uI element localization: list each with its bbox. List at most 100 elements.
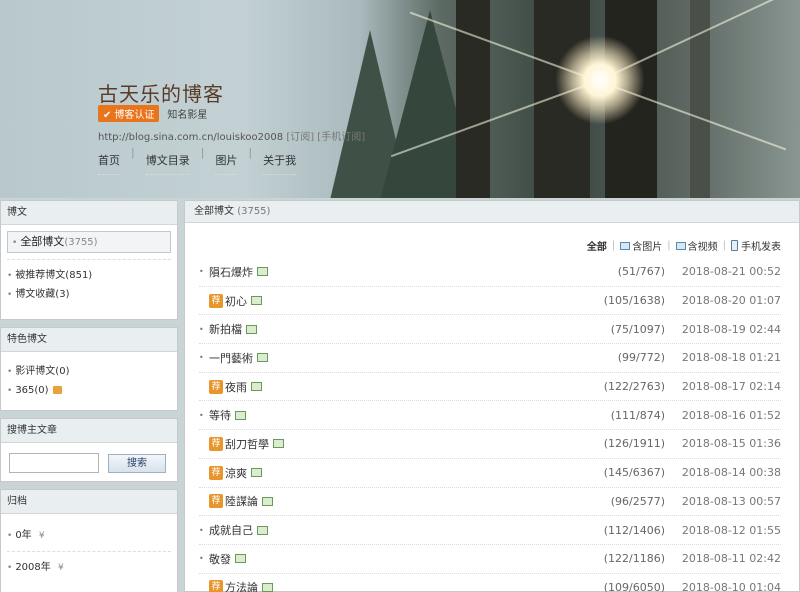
filter-mobile[interactable]: 手机发表 <box>731 238 781 253</box>
post-date: 2018-08-15 01:36 <box>681 437 781 451</box>
divider <box>7 551 171 552</box>
filter-label: 手机发表 <box>741 242 781 253</box>
picture-icon <box>246 324 257 334</box>
post-row: • 隕石爆炸 (51/767) 2018-08-21 00:52 <box>199 258 781 287</box>
category-all-posts[interactable]: 全部博文(3755) <box>7 231 171 253</box>
nav-blog-list[interactable]: 博文目录 <box>145 146 190 175</box>
verified-badge[interactable]: ✔ 博客认证 <box>98 105 160 122</box>
post-title-link[interactable]: 新拍檔 <box>209 321 242 337</box>
chevron-down-icon: ¥ <box>38 531 45 541</box>
picture-icon <box>262 582 273 592</box>
panel-body: 0年 ¥ 2008年 ¥ <box>1 514 177 583</box>
filter-label: 含视频 <box>687 242 718 253</box>
post-row: • 敬發 (122/1186) 2018-08-11 02:42 <box>199 545 781 574</box>
post-date: 2018-08-18 01:21 <box>681 351 781 365</box>
search-input[interactable] <box>9 453 99 473</box>
post-stats: (145/6367) <box>603 466 665 480</box>
post-title-link[interactable]: 夜雨 <box>225 379 247 395</box>
category-recommended[interactable]: 被推荐博文(851) <box>7 266 171 285</box>
header-banner: 古天乐的博客 ✔ 博客认证 知名影星 http://blog.sina.com.c… <box>0 0 800 198</box>
post-row: 荐陸謀論 (96/2577) 2018-08-13 00:57 <box>199 488 781 517</box>
nav-pictures[interactable]: 图片 <box>215 146 238 175</box>
post-stats: (105/1638) <box>603 294 665 308</box>
category-favorites[interactable]: 博文收藏(3) <box>7 285 171 304</box>
post-title-link[interactable]: 一門藝術 <box>209 350 253 366</box>
archive-year-2008[interactable]: 2008年 ¥ <box>7 558 171 577</box>
post-stats: (126/1911) <box>603 437 665 451</box>
recommended-badge: 荐 <box>209 293 223 308</box>
post-title-link[interactable]: 涼爽 <box>225 465 247 481</box>
post-list-count: (3755) <box>237 206 271 217</box>
recommended-badge: 荐 <box>209 580 223 592</box>
verified-subtitle: 知名影星 <box>167 110 208 121</box>
post-date: 2018-08-11 02:42 <box>681 552 781 566</box>
post-date: 2018-08-19 02:44 <box>681 322 781 336</box>
post-row: 荐夜雨 (122/2763) 2018-08-17 02:14 <box>199 373 781 402</box>
subscribe-links[interactable]: [订阅] [手机订阅] <box>286 132 365 143</box>
post-title-link[interactable]: 等待 <box>209 407 231 423</box>
category-film-reviews[interactable]: 影评博文(0) <box>7 362 171 381</box>
category-count: (3755) <box>64 237 98 248</box>
post-title-link[interactable]: 隕石爆炸 <box>209 264 253 280</box>
bullet-icon: • <box>199 324 204 334</box>
nav-about[interactable]: 关于我 <box>263 146 297 175</box>
divider <box>7 259 171 260</box>
blog-title: 古天乐的博客 <box>98 82 224 106</box>
post-title-link[interactable]: 初心 <box>225 293 247 309</box>
archive-year-label: 0年 <box>15 530 32 541</box>
audio-icon <box>52 386 62 394</box>
picture-icon <box>251 468 262 478</box>
nav-separator: | <box>131 146 135 159</box>
post-date: 2018-08-10 01:04 <box>681 580 781 592</box>
post-stats: (75/1097) <box>610 322 665 336</box>
picture-icon <box>273 439 284 449</box>
post-title-link[interactable]: 敬發 <box>209 551 231 567</box>
sidebar: 博文 全部博文(3755) 被推荐博文(851) 博文收藏(3) 特色博文 影评… <box>0 200 178 592</box>
post-date: 2018-08-16 01:52 <box>681 408 781 422</box>
filter-with-video[interactable]: 含视频 <box>675 238 718 253</box>
post-title-link[interactable]: 陸謀論 <box>225 493 258 509</box>
search-row: 搜索 <box>1 443 177 483</box>
post-stats: (96/2577) <box>610 494 665 508</box>
blog-category-panel: 博文 全部博文(3755) 被推荐博文(851) 博文收藏(3) <box>0 200 178 320</box>
filter-all[interactable]: 全部 <box>587 238 607 253</box>
nav-home[interactable]: 首页 <box>98 146 120 175</box>
post-title-link[interactable]: 刮刀哲學 <box>225 436 269 452</box>
panel-title: 归档 <box>1 490 177 514</box>
post-row: 荐初心 (105/1638) 2018-08-20 01:07 <box>199 287 781 316</box>
post-date: 2018-08-17 02:14 <box>681 380 781 394</box>
category-365[interactable]: 365(0) <box>7 381 171 400</box>
blog-url-link[interactable]: http://blog.sina.com.cn/louiskoo2008 <box>98 132 283 143</box>
archive-year-0[interactable]: 0年 ¥ <box>7 526 171 545</box>
post-list-panel: 全部博文 (3755) 全部 | 含图片 | 含视频 | 手机发表 • 隕石爆炸 (… <box>184 200 800 592</box>
filter-label: 含图片 <box>632 242 663 253</box>
nav-separator: | <box>200 146 205 159</box>
bullet-icon: • <box>199 410 204 420</box>
picture-icon <box>257 353 268 363</box>
post-date: 2018-08-12 01:55 <box>681 523 781 537</box>
post-stats: (112/1406) <box>603 523 665 537</box>
verified-badge-label: 博客认证 <box>114 110 155 121</box>
bullet-icon: • <box>199 267 204 277</box>
picture-icon <box>251 382 262 392</box>
post-stats: (122/1186) <box>603 552 665 566</box>
picture-icon <box>257 525 268 535</box>
post-row: • 新拍檔 (75/1097) 2018-08-19 02:44 <box>199 315 781 345</box>
picture-icon <box>251 296 262 306</box>
post-title-link[interactable]: 成就自己 <box>209 522 253 538</box>
video-icon <box>675 241 686 250</box>
verified-badge-row: ✔ 博客认证 知名影星 <box>98 105 207 122</box>
post-stats: (122/2763) <box>603 380 665 394</box>
post-title-link[interactable]: 方法論 <box>225 579 258 592</box>
archive-year-label: 2008年 <box>15 562 51 573</box>
bullet-icon: • <box>199 554 204 564</box>
picture-icon <box>262 496 273 506</box>
filter-with-pictures[interactable]: 含图片 <box>620 238 662 253</box>
post-date: 2018-08-14 00:38 <box>681 466 781 480</box>
search-button[interactable]: 搜索 <box>108 453 166 473</box>
post-stats: (51/767) <box>617 265 665 279</box>
post-date: 2018-08-13 00:57 <box>681 494 781 508</box>
panel-body: 全部博文(3755) 被推荐博文(851) 博文收藏(3) <box>1 225 177 310</box>
blog-url-row: http://blog.sina.com.cn/louiskoo2008 [订阅… <box>98 128 365 143</box>
post-stats: (99/772) <box>617 351 665 365</box>
